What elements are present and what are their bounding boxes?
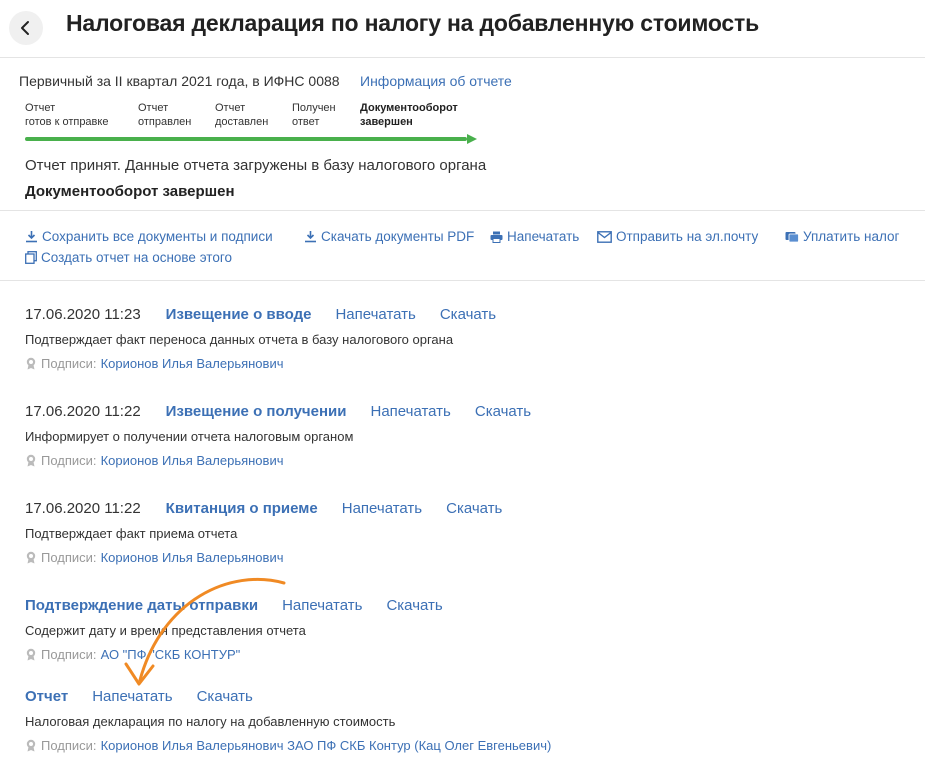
document-signers: Подписи: Корионов Илья Валерьянович ЗАО … [25, 738, 905, 753]
document-item: 17.06.2020 11:22 Квитанция о приеме Напе… [25, 500, 905, 565]
signers-label: Подписи: [41, 738, 97, 753]
progress-fill [25, 137, 467, 141]
step-label-line1: Отчет [215, 102, 246, 114]
step-label-line1: Получен [292, 102, 336, 114]
certificate-icon [26, 454, 36, 467]
document-item: 17.06.2020 11:22 Извещение о получении Н… [25, 403, 905, 468]
status-state: Документооборот завершен [25, 183, 235, 200]
document-title-link[interactable]: Извещение о вводе [166, 306, 312, 323]
pay-tax-button[interactable]: Уплатить налог [785, 229, 899, 244]
document-print-link[interactable]: Напечатать [282, 597, 362, 614]
signers-label: Подписи: [41, 453, 97, 468]
document-title-link[interactable]: Извещение о получении [166, 403, 347, 420]
create-report-based-button[interactable]: Создать отчет на основе этого [25, 250, 232, 265]
download-icon [26, 231, 37, 243]
send-email-label: Отправить на эл.почту [616, 229, 759, 244]
certificate-icon [26, 551, 36, 564]
document-title-link[interactable]: Отчет [25, 688, 68, 705]
pay-tax-label: Уплатить налог [803, 229, 900, 244]
document-download-link[interactable]: Скачать [475, 403, 531, 420]
email-icon [597, 230, 612, 243]
print-label: Напечатать [507, 229, 580, 244]
document-description: Налоговая декларация по налогу на добавл… [25, 714, 396, 729]
document-print-link[interactable]: Напечатать [92, 688, 172, 705]
document-description: Подтверждает факт приема отчета [25, 526, 238, 541]
download-icon [305, 231, 316, 243]
save-all-button[interactable]: Сохранить все документы и подписи [25, 229, 273, 244]
document-print-link[interactable]: Напечатать [370, 403, 450, 420]
step-label-line2: отправлен [138, 116, 192, 128]
report-info-link[interactable]: Информация об отчете [360, 73, 512, 89]
signers-value[interactable]: Корионов Илья Валерьянович [101, 356, 284, 371]
printer-icon [490, 231, 503, 243]
signers-label: Подписи: [41, 550, 97, 565]
workflow-progress [25, 134, 477, 144]
document-download-link[interactable]: Скачать [386, 597, 442, 614]
send-email-button[interactable]: Отправить на эл.почту [597, 229, 758, 244]
document-signers: Подписи: Корионов Илья Валерьянович [25, 453, 905, 468]
status-block: Первичный за II квартал 2021 года, в ИФН… [0, 59, 925, 211]
step-sent: Отчет отправлен [138, 101, 191, 129]
document-item: Отчет Напечатать Скачать Налоговая декла… [25, 688, 905, 753]
step-label-line1: Отчет [138, 102, 169, 114]
step-label-line1: Отчет [25, 102, 56, 114]
step-completed: Документооборот завершен [360, 101, 458, 129]
step-label-line2: ответ [292, 116, 320, 128]
document-print-link[interactable]: Напечатать [335, 306, 415, 323]
step-label-line1: Документооборот [360, 102, 458, 114]
signers-value[interactable]: Корионов Илья Валерьянович [101, 453, 284, 468]
back-button[interactable] [9, 11, 43, 45]
step-response: Получен ответ [292, 101, 336, 129]
document-download-link[interactable]: Скачать [440, 306, 496, 323]
document-date: 17.06.2020 11:22 [25, 500, 141, 517]
copy-icon [25, 251, 37, 264]
print-button[interactable]: Напечатать [490, 229, 579, 244]
document-item: Подтверждение даты отправки Напечатать С… [25, 597, 905, 662]
step-delivered: Отчет доставлен [215, 101, 268, 129]
document-date: 17.06.2020 11:23 [25, 306, 141, 323]
document-print-link[interactable]: Напечатать [342, 500, 422, 517]
document-signers: Подписи: АО "ПФ "СКБ КОНТУР" [25, 647, 905, 662]
document-signers: Подписи: Корионов Илья Валерьянович [25, 550, 905, 565]
signers-value[interactable]: Корионов Илья Валерьянович [101, 550, 284, 565]
document-description: Подтверждает факт переноса данных отчета… [25, 332, 454, 347]
page-header: Налоговая декларация по налогу на добавл… [0, 0, 925, 58]
signers-value[interactable]: АО "ПФ "СКБ КОНТУР" [101, 647, 241, 662]
document-download-link[interactable]: Скачать [197, 688, 253, 705]
step-label-line2: готов к отправке [25, 116, 109, 128]
progress-arrow-icon [467, 134, 477, 144]
document-item: 17.06.2020 11:23 Извещение о вводе Напеч… [25, 306, 905, 371]
status-message: Отчет принят. Данные отчета загружены в … [25, 157, 487, 174]
certificate-icon [26, 739, 36, 752]
document-title-link[interactable]: Подтверждение даты отправки [25, 597, 258, 614]
document-title-link[interactable]: Квитанция о приеме [166, 500, 318, 517]
download-pdf-label: Скачать документы PDF [321, 229, 475, 244]
step-label-line2: доставлен [215, 116, 269, 128]
save-all-label: Сохранить все документы и подписи [42, 229, 273, 244]
report-period: Первичный за II квартал 2021 года, в ИФН… [19, 73, 340, 89]
document-signers: Подписи: Корионов Илья Валерьянович [25, 356, 905, 371]
certificate-icon [26, 357, 36, 370]
signers-label: Подписи: [41, 356, 97, 371]
signers-label: Подписи: [41, 647, 97, 662]
payment-icon [785, 232, 799, 243]
page-title: Налоговая декларация по налогу на добавл… [66, 10, 760, 36]
step-label-line2: завершен [360, 116, 413, 128]
document-download-link[interactable]: Скачать [446, 500, 502, 517]
document-description: Информирует о получении отчета налоговым… [25, 429, 354, 444]
create-report-based-label: Создать отчет на основе этого [41, 250, 232, 265]
document-description: Содержит дату и время представления отче… [25, 623, 306, 638]
certificate-icon [26, 648, 36, 661]
signers-value[interactable]: Корионов Илья Валерьянович ЗАО ПФ СКБ Ко… [101, 738, 552, 753]
chevron-left-icon [21, 21, 29, 35]
actions-bar: Сохранить все документы и подписи Скачат… [0, 212, 925, 281]
step-ready: Отчет готов к отправке [25, 101, 108, 129]
document-date: 17.06.2020 11:22 [25, 403, 141, 420]
download-pdf-button[interactable]: Скачать документы PDF [304, 229, 474, 244]
